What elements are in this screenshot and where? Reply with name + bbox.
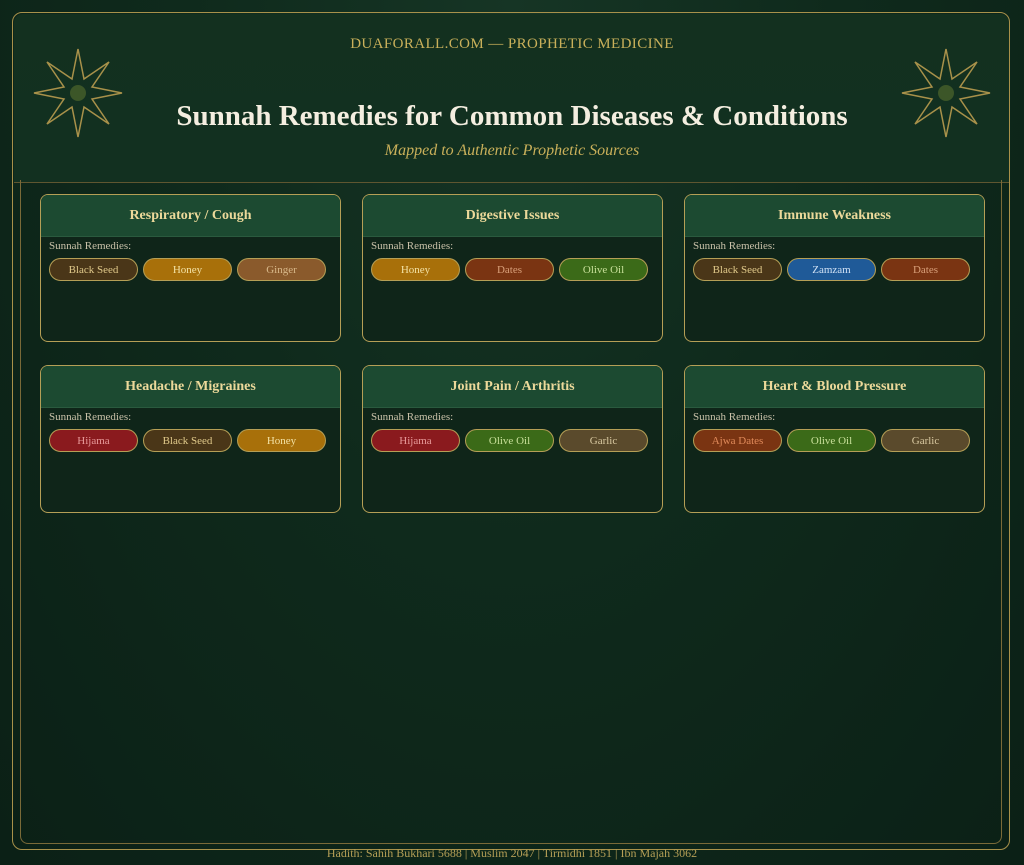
remedy-pill[interactable]: Hijama — [49, 429, 138, 452]
card-title: Headache / Migraines — [41, 366, 340, 408]
page-subtitle: Mapped to Authentic Prophetic Sources — [384, 142, 640, 159]
card-title: Digestive Issues — [363, 195, 662, 237]
condition-card: Respiratory / Cough Sunnah Remedies: Bla… — [40, 194, 341, 342]
card-title: Heart & Blood Pressure — [685, 366, 984, 408]
remedy-pill[interactable]: Garlic — [559, 429, 648, 452]
remedy-pill[interactable]: Ginger — [237, 258, 326, 281]
remedy-list: Black Seed Honey Ginger — [49, 258, 340, 281]
hadith-sources-footer: Hadith: Sahih Bukhari 5688 | Muslim 2047… — [326, 846, 698, 860]
condition-card: Joint Pain / Arthritis Sunnah Remedies: … — [362, 365, 663, 513]
remedy-pill[interactable]: Dates — [465, 258, 554, 281]
remedies-label: Sunnah Remedies: — [693, 240, 776, 252]
remedy-pill[interactable]: Honey — [237, 429, 326, 452]
remedies-label: Sunnah Remedies: — [371, 240, 454, 252]
card-title: Respiratory / Cough — [41, 195, 340, 237]
condition-card: Immune Weakness Sunnah Remedies: Black S… — [684, 194, 985, 342]
remedy-list: Hijama Olive Oil Garlic — [371, 429, 662, 452]
remedy-pill[interactable]: Olive Oil — [787, 429, 876, 452]
remedy-list: Honey Dates Olive Oil — [371, 258, 662, 281]
remedy-pill[interactable]: Black Seed — [49, 258, 138, 281]
condition-card: Headache / Migraines Sunnah Remedies: Hi… — [40, 365, 341, 513]
remedy-list: Ajwa Dates Olive Oil Garlic — [693, 429, 984, 452]
page-title: Sunnah Remedies for Common Diseases & Co… — [176, 100, 848, 132]
remedies-label: Sunnah Remedies: — [371, 411, 454, 423]
remedies-label: Sunnah Remedies: — [693, 411, 776, 423]
remedy-pill[interactable]: Honey — [371, 258, 460, 281]
remedies-label: Sunnah Remedies: — [49, 240, 132, 252]
remedy-pill[interactable]: Hijama — [371, 429, 460, 452]
remedy-pill[interactable]: Garlic — [881, 429, 970, 452]
remedy-list: Hijama Black Seed Honey — [49, 429, 340, 452]
card-title: Immune Weakness — [685, 195, 984, 237]
remedy-pill[interactable]: Olive Oil — [559, 258, 648, 281]
remedy-pill[interactable]: Honey — [143, 258, 232, 281]
condition-card: Digestive Issues Sunnah Remedies: Honey … — [362, 194, 663, 342]
remedy-pill[interactable]: Zamzam — [787, 258, 876, 281]
remedy-pill[interactable]: Black Seed — [693, 258, 782, 281]
condition-card: Heart & Blood Pressure Sunnah Remedies: … — [684, 365, 985, 513]
card-title: Joint Pain / Arthritis — [363, 366, 662, 408]
remedies-label: Sunnah Remedies: — [49, 411, 132, 423]
remedy-pill[interactable]: Olive Oil — [465, 429, 554, 452]
remedy-list: Black Seed Zamzam Dates — [693, 258, 984, 281]
site-tagline: DUAFORALL.COM — PROPHETIC MEDICINE — [350, 36, 674, 52]
remedy-pill[interactable]: Ajwa Dates — [693, 429, 782, 452]
remedy-pill[interactable]: Black Seed — [143, 429, 232, 452]
remedy-pill[interactable]: Dates — [881, 258, 970, 281]
